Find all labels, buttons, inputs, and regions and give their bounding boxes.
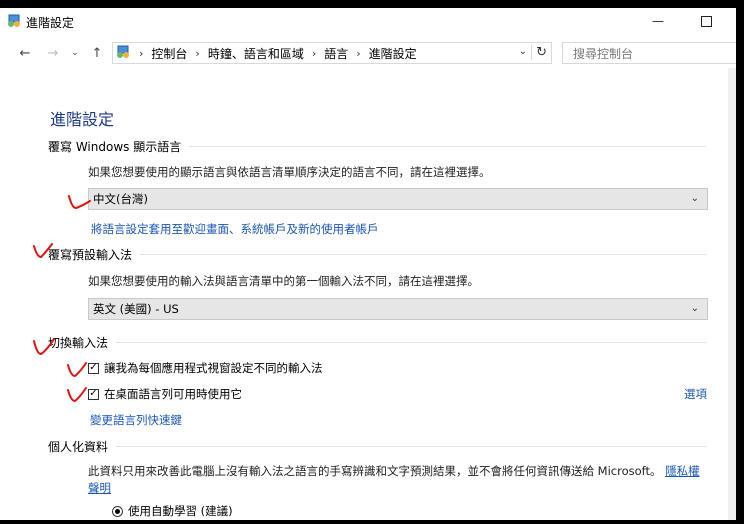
switch-input-group: 切換輸入法 — [48, 334, 706, 351]
desktop-language-bar-label: 在桌面語言列可用時使用它 — [104, 387, 242, 401]
personalization-description: 此資料只用來改善此電腦上沒有輸入法之語言的手寫辨識和文字預測結果，並不會將任何資… — [88, 463, 700, 479]
options-link[interactable]: 選項 — [684, 386, 707, 402]
window-title: 進階設定 — [26, 16, 75, 30]
default-input-select[interactable]: 英文 (美國) - US ⌄ — [88, 298, 708, 320]
recent-locations-button[interactable]: ⌄ — [66, 44, 84, 62]
breadcrumb-separator-icon: › — [311, 46, 317, 60]
breadcrumb-clock-language-region[interactable]: 時鐘、語言和區域 — [208, 45, 304, 62]
red-check-annotation — [68, 195, 91, 210]
apply-settings-link[interactable]: 將語言設定套用至歡迎畫面、系統帳戶及新的使用者帳戶 — [91, 221, 379, 237]
control-panel-app-icon — [6, 14, 22, 28]
red-check-annotation — [67, 362, 87, 378]
red-check-annotation — [67, 387, 87, 403]
forward-arrow-icon: → — [47, 45, 59, 61]
up-arrow-icon: ↑ — [91, 45, 103, 61]
breadcrumb-separator-icon: › — [139, 46, 144, 60]
privacy-link-part2[interactable]: 聲明 — [88, 480, 111, 496]
radio-selected-dot — [115, 508, 120, 514]
default-input-value: 英文 (美國) - US — [93, 302, 179, 316]
red-check-annotation — [33, 338, 55, 356]
per-app-input-label: 讓我為每個應用程式視窗設定不同的輸入法 — [104, 361, 323, 375]
display-language-description: 如果您想要使用的顯示語言與依語言清單順序決定的語言不同，請在這裡選擇。 — [88, 165, 491, 179]
back-arrow-icon: ← — [19, 45, 31, 61]
auto-learning-radio[interactable] — [112, 505, 123, 517]
minimize-icon: — — [652, 14, 664, 28]
maximize-icon — [700, 15, 712, 27]
maximize-button[interactable] — [684, 10, 728, 32]
language-bar-hotkeys-link[interactable]: 變更語言列快速鍵 — [90, 412, 182, 428]
breadcrumb-separator-icon: › — [356, 46, 361, 60]
personalization-heading: 個人化資料 — [48, 440, 109, 454]
address-bar[interactable]: › 控制台 › 時鐘、語言和區域 › 語言 › 進階設定 ⌄ ↻ — [112, 42, 552, 64]
auto-learning-radio-row[interactable]: 使用自動學習 (建議) — [112, 503, 233, 519]
chevron-down-icon: ⌄ — [71, 48, 79, 58]
page-title: 進階設定 — [50, 110, 115, 129]
search-input[interactable]: 搜尋控制台 — [562, 42, 736, 64]
per-app-input-checkbox-row[interactable]: ✓ 讓我為每個應用程式視窗設定不同的輸入法 — [88, 360, 323, 376]
default-input-heading: 覆寫預設輸入法 — [48, 248, 133, 262]
address-row: ← → ⌄ ↑ › 控制台 › 時鐘、語言和區域 › 語言 › 進階設定 ⌄ ↻… — [0, 40, 736, 68]
desktop-language-bar-checkbox[interactable]: ✓ — [88, 388, 99, 400]
auto-learning-label: 使用自動學習 (建議) — [128, 504, 233, 518]
divider — [116, 342, 706, 343]
display-language-heading: 覆寫 Windows 顯示語言 — [48, 140, 182, 154]
chevron-down-icon: ⌄ — [690, 193, 699, 204]
breadcrumb-advanced-settings[interactable]: 進階設定 — [369, 45, 417, 62]
default-input-group: 覆寫預設輸入法 — [48, 246, 706, 263]
desktop-language-bar-checkbox-row[interactable]: ✓ 在桌面語言列可用時使用它 — [88, 386, 242, 402]
refresh-icon[interactable]: ↻ — [531, 45, 547, 60]
default-input-description: 如果您想要使用的輸入法與語言清單中的第一個輸入法不同，請在這裡選擇。 — [88, 274, 479, 288]
address-dropdown-icon[interactable]: ⌄ — [519, 46, 527, 57]
breadcrumb-separator-icon: › — [195, 46, 200, 60]
per-app-input-checkbox[interactable]: ✓ — [88, 362, 99, 374]
chevron-down-icon: ⌄ — [690, 303, 699, 314]
breadcrumb-language[interactable]: 語言 — [324, 45, 348, 62]
divider — [189, 146, 706, 147]
personalization-group: 個人化資料 — [48, 438, 706, 455]
control-panel-window: 進階設定 — ← → ⌄ ↑ › 控制台 › 時鐘、語言和區域 › 語言 › 進… — [0, 8, 736, 520]
vertical-scrollbar[interactable] — [728, 68, 736, 520]
breadcrumb-control-panel[interactable]: 控制台 — [151, 45, 187, 62]
forward-button[interactable]: → — [44, 44, 62, 62]
privacy-link-part1[interactable]: 隱私權 — [665, 464, 700, 478]
display-language-select[interactable]: 中文(台灣) ⌄ — [88, 188, 708, 210]
minimize-button[interactable]: — — [636, 10, 680, 32]
red-check-annotation — [33, 243, 53, 259]
personalization-description-text: 此資料只用來改善此電腦上沒有輸入法之語言的手寫辨識和文字預測結果，並不會將任何資… — [88, 464, 662, 478]
display-language-value: 中文(台灣) — [93, 192, 148, 206]
back-button[interactable]: ← — [16, 44, 34, 62]
title-bar: 進階設定 — — [0, 8, 736, 36]
display-language-group: 覆寫 Windows 顯示語言 — [48, 138, 706, 155]
divider — [140, 254, 706, 255]
up-button[interactable]: ↑ — [88, 44, 106, 62]
divider — [116, 446, 706, 447]
control-panel-icon — [115, 45, 131, 62]
